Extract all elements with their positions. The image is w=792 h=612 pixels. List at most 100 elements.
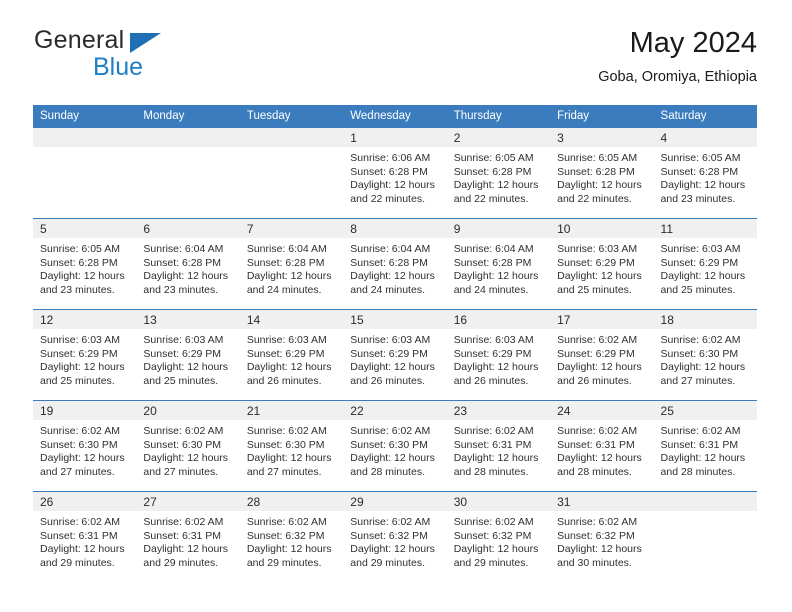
- day-number: 4: [653, 128, 757, 147]
- sunrise-time: Sunrise: 6:03 AM: [350, 334, 431, 346]
- calendar-day-cell[interactable]: 7 Sunrise: 6:04 AM Sunset: 6:28 PM Daylight…: [239, 218, 344, 310]
- calendar-table: Sunday Monday Tuesday Wednesday Thursday…: [33, 105, 757, 582]
- day-number: 28: [239, 492, 344, 511]
- day-details: Sunrise: 6:05 AM Sunset: 6:28 PM Daylight:…: [654, 147, 757, 206]
- day-details: Sunrise: 6:03 AM Sunset: 6:29 PM Daylight:…: [136, 329, 239, 388]
- daylight-duration-line1: Daylight: 12 hours: [40, 543, 125, 556]
- sunrise-time: Sunrise: 6:02 AM: [40, 425, 120, 437]
- day-number: 25: [653, 401, 757, 420]
- calendar-day-cell[interactable]: 16 Sunrise: 6:03 AM Sunset: 6:29 PM Dayligh…: [446, 309, 551, 401]
- daylight-duration-line1: Daylight: 12 hours: [557, 452, 642, 465]
- calendar-day-cell[interactable]: 12 Sunrise: 6:03 AM Sunset: 6:29 PM Dayligh…: [33, 309, 137, 401]
- daylight-duration-line2: and 25 minutes.: [40, 374, 115, 387]
- calendar-day-cell[interactable]: 15 Sunrise: 6:03 AM Sunset: 6:29 PM Dayligh…: [343, 309, 447, 401]
- day-details: Sunrise: 6:06 AM Sunset: 6:28 PM Daylight:…: [343, 147, 446, 206]
- day-details: Sunrise: 6:03 AM Sunset: 6:29 PM Daylight:…: [240, 329, 343, 388]
- calendar-day-cell[interactable]: 2 Sunrise: 6:05 AM Sunset: 6:28 PM Daylight…: [446, 127, 551, 219]
- general-blue-logo[interactable]: General Blue: [33, 26, 233, 88]
- calendar-day-cell[interactable]: 27 Sunrise: 6:02 AM Sunset: 6:31 PM Dayligh…: [136, 491, 240, 582]
- calendar-day-cell[interactable]: 18 Sunrise: 6:02 AM Sunset: 6:30 PM Dayligh…: [653, 309, 757, 401]
- day-number: [239, 128, 344, 147]
- daylight-duration-line2: and 22 minutes.: [350, 192, 425, 205]
- day-number: 30: [446, 492, 551, 511]
- calendar-day-cell[interactable]: 19 Sunrise: 6:02 AM Sunset: 6:30 PM Dayligh…: [33, 400, 137, 492]
- calendar-day-cell[interactable]: 20 Sunrise: 6:02 AM Sunset: 6:30 PM Dayligh…: [136, 400, 240, 492]
- calendar-week-row: 12 Sunrise: 6:03 AM Sunset: 6:29 PM Dayligh…: [33, 309, 757, 401]
- page-title: May 2024: [629, 27, 757, 59]
- calendar-day-cell[interactable]: 9 Sunrise: 6:04 AM Sunset: 6:28 PM Daylight…: [446, 218, 551, 310]
- day-number: 22: [343, 401, 447, 420]
- calendar-day-cell[interactable]: 14 Sunrise: 6:03 AM Sunset: 6:29 PM Dayligh…: [239, 309, 344, 401]
- daylight-duration-line1: Daylight: 12 hours: [557, 179, 642, 192]
- daylight-duration-line2: and 27 minutes.: [246, 465, 322, 478]
- daylight-duration-line2: and 26 minutes.: [246, 374, 322, 387]
- calendar-day-cell[interactable]: 25 Sunrise: 6:02 AM Sunset: 6:31 PM Dayligh…: [653, 400, 757, 492]
- sunrise-time: Sunrise: 6:02 AM: [453, 516, 534, 528]
- day-number: 26: [33, 492, 137, 511]
- sunrise-time: Sunrise: 6:04 AM: [350, 243, 431, 255]
- calendar-header-row: Sunday Monday Tuesday Wednesday Thursday…: [33, 105, 757, 128]
- sunrise-time: Sunrise: 6:02 AM: [557, 334, 638, 346]
- daylight-duration-line2: and 25 minutes.: [660, 283, 736, 296]
- calendar-day-cell[interactable]: 17 Sunrise: 6:02 AM Sunset: 6:29 PM Dayligh…: [550, 309, 654, 401]
- daylight-duration-line2: and 23 minutes.: [143, 283, 219, 296]
- calendar-day-cell[interactable]: 29 Sunrise: 6:02 AM Sunset: 6:32 PM Dayligh…: [343, 491, 447, 582]
- calendar-day-cell[interactable]: 28 Sunrise: 6:02 AM Sunset: 6:32 PM Dayligh…: [239, 491, 344, 582]
- day-details: Sunrise: 6:02 AM Sunset: 6:30 PM Daylight:…: [343, 420, 446, 479]
- calendar-day-cell[interactable]: 3 Sunrise: 6:05 AM Sunset: 6:28 PM Daylight…: [550, 127, 654, 219]
- day-details: Sunrise: 6:03 AM Sunset: 6:29 PM Daylight:…: [447, 329, 550, 388]
- sunrise-time: Sunrise: 6:02 AM: [660, 425, 741, 437]
- daylight-duration-line1: Daylight: 12 hours: [453, 361, 539, 374]
- calendar-day-cell[interactable]: 8 Sunrise: 6:04 AM Sunset: 6:28 PM Daylight…: [343, 218, 447, 310]
- sunrise-time: Sunrise: 6:02 AM: [246, 425, 327, 437]
- daylight-duration-line1: Daylight: 12 hours: [453, 543, 539, 556]
- sunset-time: Sunset: 6:29 PM: [660, 256, 739, 269]
- sunset-time: Sunset: 6:29 PM: [40, 347, 118, 360]
- calendar-day-cell[interactable]: 24 Sunrise: 6:02 AM Sunset: 6:31 PM Dayligh…: [550, 400, 654, 492]
- sunrise-time: Sunrise: 6:03 AM: [557, 243, 638, 255]
- calendar-day-cell[interactable]: 26 Sunrise: 6:02 AM Sunset: 6:31 PM Dayligh…: [33, 491, 137, 582]
- sunset-time: Sunset: 6:28 PM: [557, 165, 635, 178]
- day-number: 19: [33, 401, 137, 420]
- day-number: 23: [446, 401, 551, 420]
- sunset-time: Sunset: 6:31 PM: [557, 438, 635, 451]
- calendar-day-cell[interactable]: 5 Sunrise: 6:05 AM Sunset: 6:28 PM Daylight…: [33, 218, 137, 310]
- calendar-day-cell[interactable]: 11 Sunrise: 6:03 AM Sunset: 6:29 PM Dayligh…: [653, 218, 757, 310]
- sunrise-time: Sunrise: 6:02 AM: [557, 516, 638, 528]
- daylight-duration-line2: and 25 minutes.: [557, 283, 632, 296]
- daylight-duration-line2: and 28 minutes.: [557, 465, 632, 478]
- day-details: Sunrise: 6:04 AM Sunset: 6:28 PM Daylight:…: [343, 238, 446, 297]
- sunrise-time: Sunrise: 6:03 AM: [143, 334, 224, 346]
- daylight-duration-line2: and 25 minutes.: [143, 374, 219, 387]
- day-number: 8: [343, 219, 447, 238]
- calendar-day-cell[interactable]: 22 Sunrise: 6:02 AM Sunset: 6:30 PM Dayligh…: [343, 400, 447, 492]
- day-details: Sunrise: 6:02 AM Sunset: 6:31 PM Daylight:…: [550, 420, 653, 479]
- calendar-day-cell[interactable]: 4 Sunrise: 6:05 AM Sunset: 6:28 PM Daylight…: [653, 127, 757, 219]
- daylight-duration-line1: Daylight: 12 hours: [40, 452, 125, 465]
- daylight-duration-line1: Daylight: 12 hours: [453, 452, 539, 465]
- daylight-duration-line1: Daylight: 12 hours: [143, 361, 229, 374]
- daylight-duration-line2: and 27 minutes.: [660, 374, 736, 387]
- calendar-day-cell[interactable]: 21 Sunrise: 6:02 AM Sunset: 6:30 PM Dayligh…: [239, 400, 344, 492]
- calendar-day-cell[interactable]: 13 Sunrise: 6:03 AM Sunset: 6:29 PM Dayligh…: [136, 309, 240, 401]
- day-details: Sunrise: 6:02 AM Sunset: 6:31 PM Daylight:…: [654, 420, 757, 479]
- calendar-day-cell[interactable]: 10 Sunrise: 6:03 AM Sunset: 6:29 PM Dayligh…: [550, 218, 654, 310]
- calendar-day-cell[interactable]: 23 Sunrise: 6:02 AM Sunset: 6:31 PM Dayligh…: [446, 400, 551, 492]
- calendar-day-cell-empty: [239, 127, 344, 219]
- calendar-day-cell[interactable]: 6 Sunrise: 6:04 AM Sunset: 6:28 PM Daylight…: [136, 218, 240, 310]
- day-details: Sunrise: 6:03 AM Sunset: 6:29 PM Daylight:…: [343, 329, 446, 388]
- day-details: Sunrise: 6:05 AM Sunset: 6:28 PM Daylight:…: [33, 238, 136, 297]
- day-number: 6: [136, 219, 240, 238]
- daylight-duration-line2: and 23 minutes.: [660, 192, 736, 205]
- calendar-day-cell[interactable]: 31 Sunrise: 6:02 AM Sunset: 6:32 PM Dayligh…: [550, 491, 654, 582]
- weekday-header-wednesday: Wednesday: [343, 105, 447, 128]
- daylight-duration-line1: Daylight: 12 hours: [350, 179, 435, 192]
- day-details: Sunrise: 6:04 AM Sunset: 6:28 PM Daylight:…: [136, 238, 239, 297]
- calendar-day-cell[interactable]: 30 Sunrise: 6:02 AM Sunset: 6:32 PM Dayligh…: [446, 491, 551, 582]
- day-number: 21: [239, 401, 344, 420]
- day-details: Sunrise: 6:02 AM Sunset: 6:32 PM Daylight:…: [447, 511, 550, 570]
- calendar-day-cell-empty: [653, 491, 757, 582]
- day-details: Sunrise: 6:03 AM Sunset: 6:29 PM Daylight:…: [550, 238, 653, 297]
- calendar-day-cell[interactable]: 1 Sunrise: 6:06 AM Sunset: 6:28 PM Daylight…: [343, 127, 447, 219]
- day-number: 31: [550, 492, 654, 511]
